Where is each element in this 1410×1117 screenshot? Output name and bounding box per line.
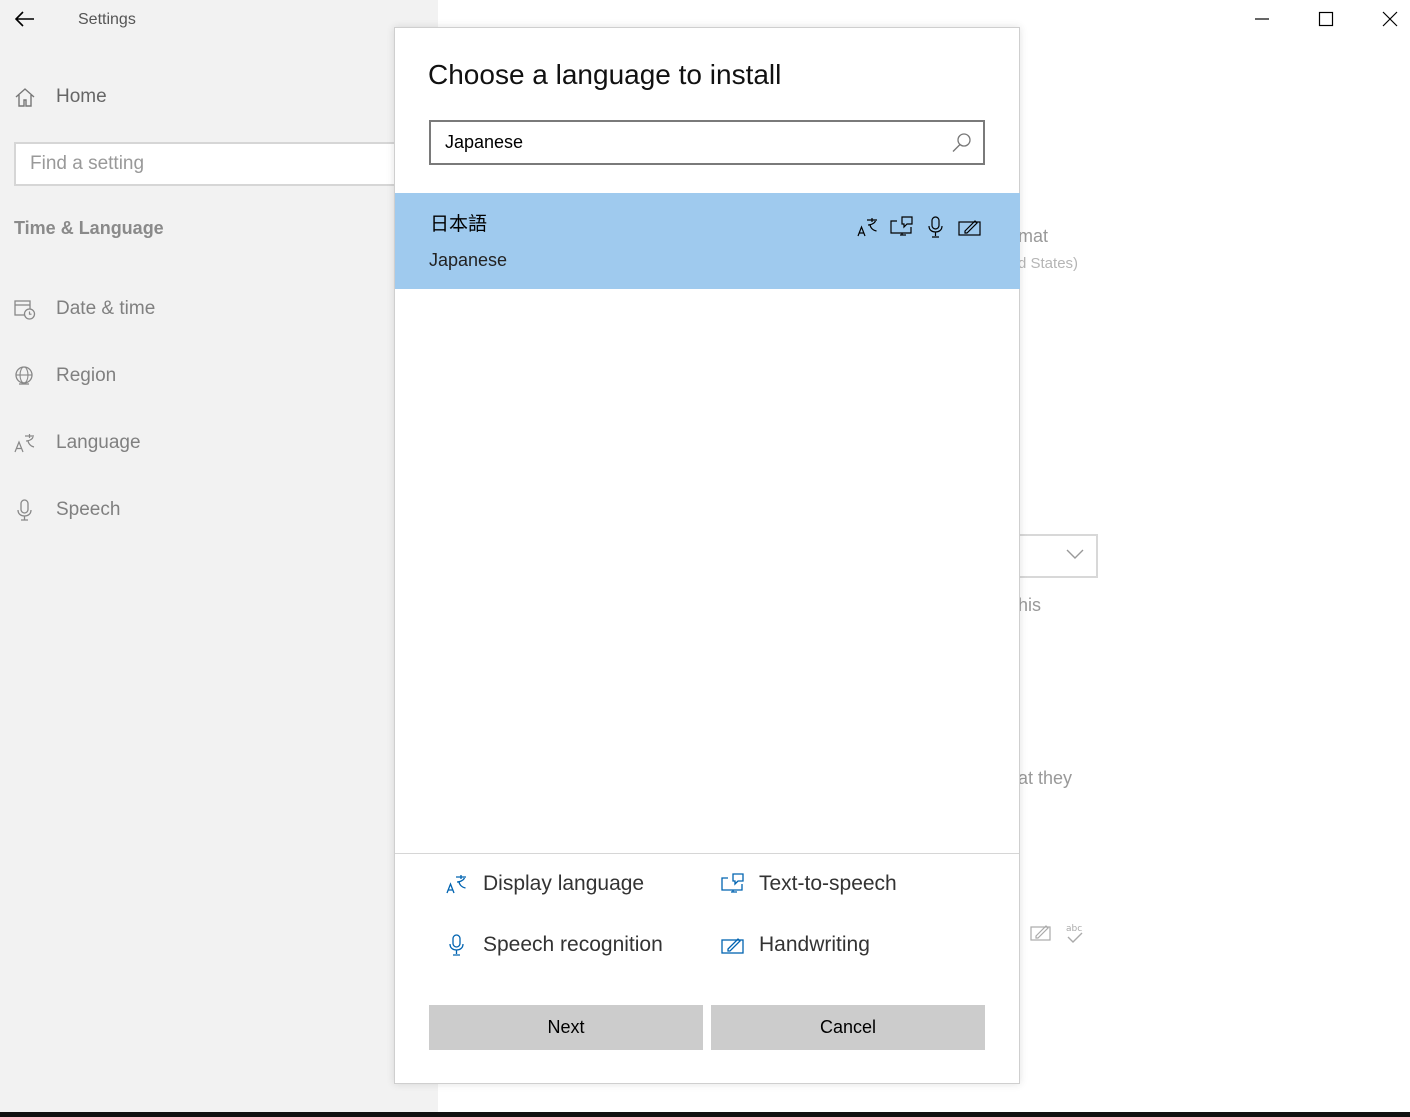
display-language-icon — [445, 872, 469, 896]
sidebar-item-language[interactable]: Language — [14, 432, 141, 454]
cancel-button[interactable]: Cancel — [711, 1005, 985, 1050]
sidebar: Settings Home Find a setting Time & Lang… — [0, 0, 438, 1117]
dialog-title: Choose a language to install — [428, 59, 782, 90]
sidebar-item-speech[interactable]: Speech — [14, 499, 120, 521]
chevron-down-icon — [1066, 549, 1084, 559]
close-button[interactable] — [1367, 4, 1410, 34]
handwriting-icon — [1030, 925, 1051, 941]
home-nav[interactable]: Home — [14, 86, 107, 108]
section-title: Time & Language — [14, 218, 164, 238]
back-arrow-icon — [15, 11, 34, 27]
sidebar-item-label: Speech — [56, 499, 121, 520]
language-result-item[interactable]: 日本語 Japanese — [395, 193, 1020, 289]
bg-they-fragment: at they — [1018, 768, 1073, 788]
language-native-name: 日本語 — [430, 214, 488, 235]
language-english-name: Japanese — [429, 250, 508, 270]
speech-recognition-icon — [924, 215, 948, 239]
svg-text:abc: abc — [1066, 924, 1082, 934]
find-setting-placeholder: Find a setting — [30, 153, 145, 174]
sidebar-item-region[interactable]: Region — [14, 365, 116, 387]
bg-states-fragment: d States) — [1018, 255, 1079, 272]
sidebar-item-label: Language — [56, 432, 141, 453]
language-search-value: Japanese — [445, 132, 524, 152]
back-button[interactable] — [12, 6, 38, 32]
legend-label: Handwriting — [759, 933, 870, 956]
handwriting-icon — [958, 215, 982, 239]
speech-recognition-icon — [445, 933, 469, 957]
calendar-clock-icon — [14, 300, 36, 320]
spellcheck-icon: abc — [1066, 924, 1083, 943]
globe-icon — [15, 366, 33, 385]
sidebar-item-label: Date & time — [56, 298, 156, 319]
legend-handwriting: Handwriting — [721, 933, 870, 957]
choose-language-dialog: Choose a language to install Japanese 日本… — [394, 27, 1020, 1084]
taskbar-edge — [0, 1112, 1410, 1117]
sidebar-item-date-time[interactable]: Date & time — [14, 298, 155, 320]
find-setting-input[interactable]: Find a setting — [14, 142, 414, 186]
microphone-icon — [17, 499, 32, 521]
legend-display-language: Display language — [445, 872, 644, 896]
legend-label: Display language — [483, 872, 645, 895]
language-icon — [14, 434, 35, 453]
minimize-button[interactable] — [1239, 4, 1285, 34]
legend-divider — [395, 853, 1019, 854]
next-button[interactable]: Next — [429, 1005, 703, 1050]
search-icon — [952, 133, 971, 152]
language-search-input[interactable]: Japanese — [429, 120, 985, 165]
feature-icons — [856, 215, 982, 239]
maximize-button[interactable] — [1303, 4, 1349, 34]
maximize-icon — [1318, 11, 1334, 27]
legend-text-to-speech: Text-to-speech — [721, 872, 897, 896]
legend-label: Text-to-speech — [759, 872, 897, 895]
bg-this-fragment: his — [1018, 595, 1042, 615]
handwriting-icon — [721, 933, 745, 957]
legend-speech-recognition: Speech recognition — [445, 933, 663, 957]
text-to-speech-icon — [721, 872, 745, 896]
app-title: Settings — [78, 11, 136, 28]
home-icon — [15, 88, 35, 107]
sidebar-item-label: Region — [56, 365, 117, 386]
legend-label: Speech recognition — [483, 933, 663, 956]
minimize-icon — [1255, 18, 1269, 20]
home-label: Home — [56, 86, 107, 107]
text-to-speech-icon — [890, 215, 914, 239]
close-icon — [1382, 11, 1398, 27]
display-language-icon — [856, 215, 880, 239]
bg-format-fragment: mat — [1018, 226, 1049, 246]
